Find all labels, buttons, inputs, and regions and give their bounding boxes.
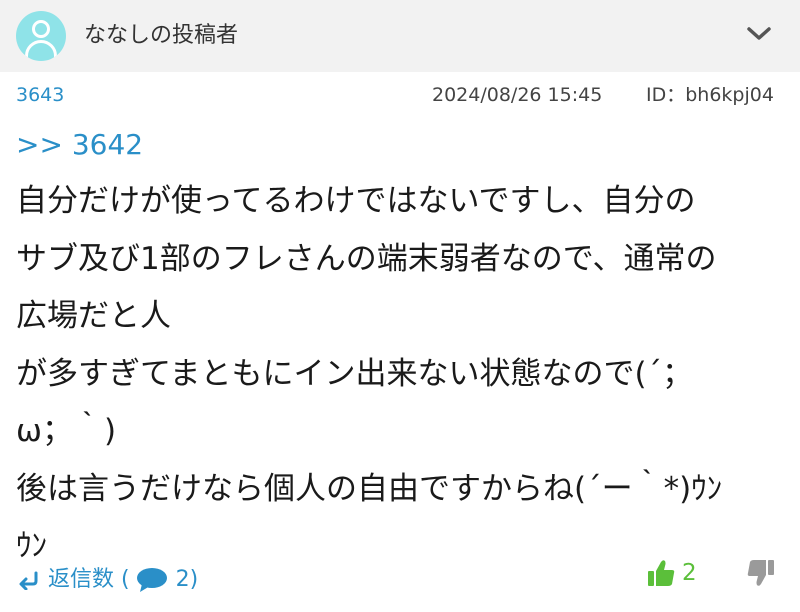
post-body-line: サブ及び1部のフレさんの端末弱者なので、通常の [16, 240, 717, 277]
like-count: 2 [682, 560, 697, 586]
post-number-link[interactable]: 3643 [16, 82, 64, 108]
reply-anchor-link[interactable]: >> 3642 [16, 126, 143, 164]
user-avatar-icon [16, 11, 66, 61]
dislike-button[interactable] [744, 558, 776, 594]
poster-name: ななしの投稿者 [84, 23, 239, 48]
replies-count: 2 [175, 567, 190, 592]
reply-arrow-icon [19, 571, 38, 590]
thumbs-up-icon [648, 560, 675, 586]
post-body-line: 後は言うだけなら個人の自由ですからね(´ー｀*)ｳﾝ [16, 470, 723, 507]
chevron-down-icon[interactable] [746, 26, 772, 42]
post-header: ななしの投稿者 [0, 0, 800, 72]
like-button[interactable]: 2 [646, 558, 697, 588]
post-body-line: 広場だと人 [16, 298, 171, 334]
poster-id: ID：bh6kpj04 [646, 84, 774, 106]
thumbs-down-icon [747, 560, 774, 586]
post-body: 自分だけが使ってるわけではないですし、自分の サブ及び1部のフレさんの端末弱者な… [16, 173, 792, 576]
replies-button[interactable]: 返信数 ( 2 ) [16, 564, 198, 596]
post-body-line: ω；｀) [16, 413, 117, 449]
post-body-line: が多すぎてまともにイン出来ない状態なので(´； [16, 355, 694, 392]
post-datetime: 2024/08/26 15:45 [432, 84, 603, 106]
speech-bubble-icon [136, 568, 167, 592]
replies-label: 返信数 ( [48, 567, 130, 592]
replies-close: ) [189, 567, 199, 592]
post-body-line: 自分だけが使ってるわけではないですし、自分の [16, 183, 696, 219]
